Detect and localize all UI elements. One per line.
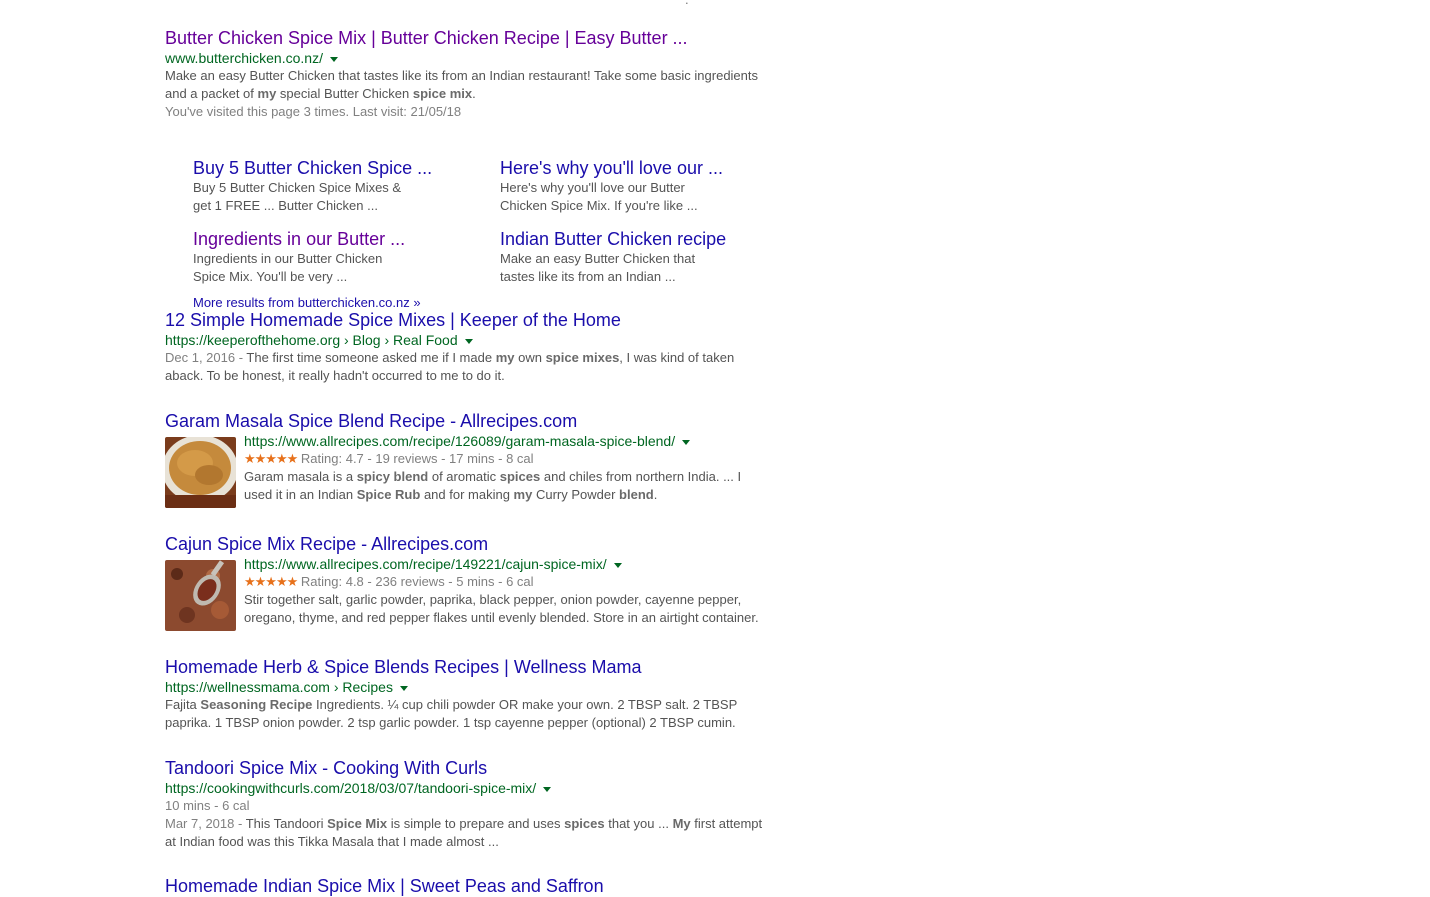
garam-masala-thumbnail-image[interactable] [165, 437, 236, 508]
sitelink: Buy 5 Butter Chicken Spice ... Buy 5 But… [193, 157, 453, 215]
rating-line: ★★★★★ Rating: 4.8 - 236 reviews - 5 mins… [244, 573, 774, 591]
search-result-cookingwithcurls: Tandoori Spice Mix - Cooking With Curls … [165, 757, 775, 851]
visited-info: You've visited this page 3 times. Last v… [165, 104, 462, 119]
sitelink-title[interactable]: Indian Butter Chicken recipe [500, 228, 760, 250]
result-url-line: www.butterchicken.co.nz/ [165, 49, 775, 67]
result-title-link[interactable]: Homemade Herb & Spice Blends Recipes | W… [165, 656, 775, 678]
result-date: Dec 1, 2016 - [165, 350, 247, 365]
recipe-meta: 10 mins - 6 cal [165, 798, 250, 813]
result-url-line: https://www.allrecipes.com/recipe/149221… [244, 555, 774, 573]
result-snippet: Stir together salt, garlic powder, papri… [244, 592, 759, 625]
search-result-garam-masala: Garam Masala Spice Blend Recipe - Allrec… [165, 410, 775, 508]
result-url: https://cookingwithcurls.com/2018/03/07/… [165, 780, 537, 796]
sitelink-title[interactable]: Here's why you'll love our ... [500, 157, 760, 179]
rating-text: Rating: 4.8 - 236 reviews - 5 mins - 6 c… [300, 574, 534, 589]
sitelink: Ingredients in our Butter ... Ingredient… [193, 228, 453, 286]
result-url-line: https://www.allrecipes.com/recipe/126089… [244, 432, 774, 450]
url-dropdown-arrow-icon[interactable] [464, 338, 473, 344]
sitelink-desc: Buy 5 Butter Chicken Spice Mixes & get 1 … [193, 180, 402, 213]
result-title-link[interactable]: Butter Chicken Spice Mix | Butter Chicke… [165, 27, 775, 49]
result-snippet: Fajita Seasoning Recipe Ingredients. ¼ c… [165, 697, 738, 730]
result-snippet: Garam masala is a spicy blend of aromati… [244, 469, 742, 502]
result-url: www.butterchicken.co.nz/ [165, 50, 323, 66]
result-snippet: Make an easy Butter Chicken that tastes … [165, 67, 775, 103]
rating-stars-icon: ★★★★★ [244, 574, 298, 589]
cut-off-text: . [685, 0, 935, 4]
result-url-line: https://cookingwithcurls.com/2018/03/07/… [165, 779, 775, 797]
result-title-link[interactable]: 12 Simple Homemade Spice Mixes | Keeper … [165, 309, 775, 331]
result-snippet: Mar 7, 2018 - This Tandoori Spice Mix is… [165, 816, 763, 849]
sitelink: Here's why you'll love our ... Here's wh… [500, 157, 760, 215]
url-dropdown-arrow-icon[interactable] [399, 685, 408, 691]
sitelink-desc: Here's why you'll love our Butter Chicken… [500, 180, 698, 213]
result-snippet: Dec 1, 2016 - The first time someone ask… [165, 350, 735, 383]
sitelink-desc: Ingredients in our Butter Chicken Spice M… [193, 251, 383, 284]
snippet-bold: my [257, 86, 277, 101]
result-url-line: https://keeperofthehome.org › Blog › Rea… [165, 331, 775, 349]
result-title-link[interactable]: Cajun Spice Mix Recipe - Allrecipes.com [165, 533, 775, 555]
rating-text: Rating: 4.7 - 19 reviews - 17 mins - 8 c… [300, 451, 534, 466]
result-url: https://wellnessmama.com › Recipes [165, 679, 393, 695]
snippet-text: and a packet of [165, 86, 258, 101]
rating-line: ★★★★★ Rating: 4.7 - 19 reviews - 17 mins… [244, 450, 774, 468]
result-title-link[interactable]: Tandoori Spice Mix - Cooking With Curls [165, 757, 775, 779]
snippet-text: special Butter Chicken [276, 86, 413, 101]
sitelink-desc: Make an easy Butter Chicken that tastes l… [500, 251, 696, 284]
search-result-butterchicken: Butter Chicken Spice Mix | Butter Chicke… [165, 27, 775, 310]
snippet-text: Make an easy Butter Chicken that tastes … [165, 68, 759, 83]
search-result-wellnessmama: Homemade Herb & Spice Blends Recipes | W… [165, 656, 775, 732]
result-url: https://keeperofthehome.org › Blog › Rea… [165, 332, 458, 348]
sitelink-title[interactable]: Ingredients in our Butter ... [193, 228, 453, 250]
result-title-link[interactable]: Garam Masala Spice Blend Recipe - Allrec… [165, 410, 775, 432]
snippet-bold: spice mix [412, 86, 473, 101]
url-dropdown-arrow-icon[interactable] [682, 439, 691, 445]
rating-stars-icon: ★★★★★ [244, 451, 298, 466]
result-body: https://www.allrecipes.com/recipe/126089… [244, 432, 774, 504]
search-result-keeperofthehome: 12 Simple Homemade Spice Mixes | Keeper … [165, 309, 775, 385]
result-body: https://www.allrecipes.com/recipe/149221… [244, 555, 774, 627]
url-dropdown-arrow-icon[interactable] [329, 56, 338, 62]
url-dropdown-arrow-icon[interactable] [613, 562, 622, 568]
result-url-line: https://wellnessmama.com › Recipes [165, 678, 775, 696]
result-url: https://www.allrecipes.com/recipe/126089… [244, 433, 676, 449]
cajun-spice-thumbnail-image[interactable] [165, 560, 236, 631]
snippet-text: . [472, 86, 476, 101]
url-dropdown-arrow-icon[interactable] [543, 786, 552, 792]
sitelink: Indian Butter Chicken recipe Make an eas… [500, 228, 760, 286]
result-date: Mar 7, 2018 - [165, 816, 246, 831]
sitelink-title[interactable]: Buy 5 Butter Chicken Spice ... [193, 157, 453, 179]
search-result-cajun: Cajun Spice Mix Recipe - Allrecipes.com … [165, 533, 775, 631]
result-url: https://www.allrecipes.com/recipe/149221… [244, 556, 607, 572]
